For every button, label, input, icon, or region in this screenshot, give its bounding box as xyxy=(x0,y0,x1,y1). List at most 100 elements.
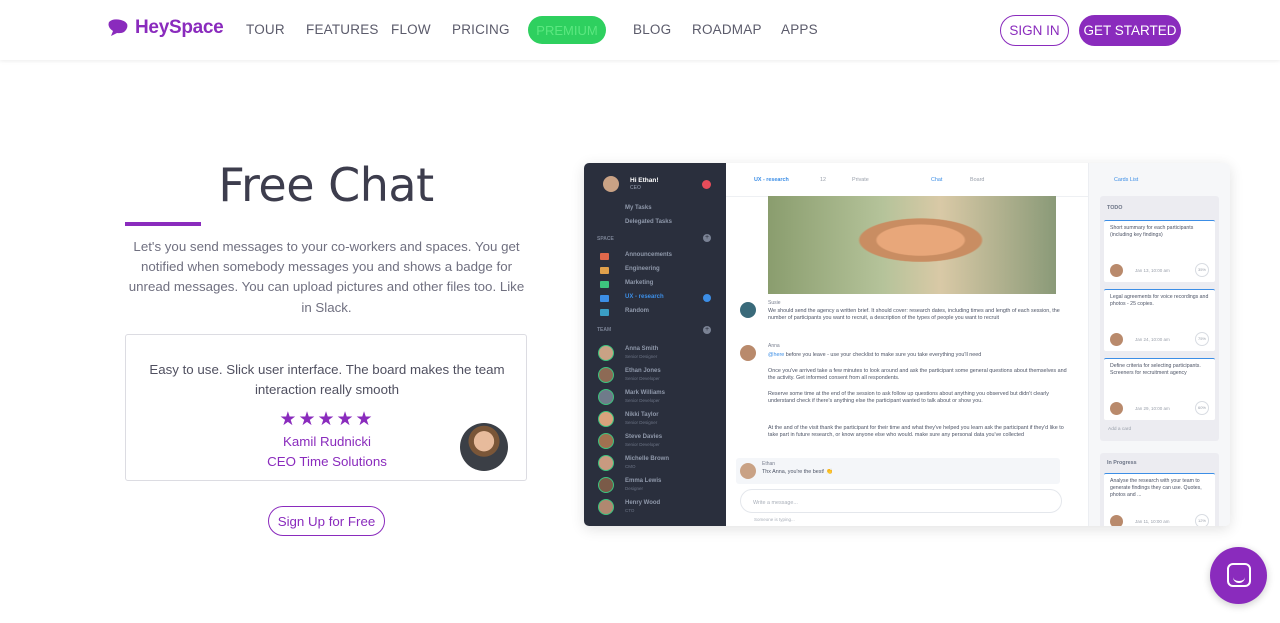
nav-apps[interactable]: APPS xyxy=(781,22,818,37)
flag-icon xyxy=(600,295,609,302)
member-name: Emma Lewis xyxy=(625,478,662,484)
task-card: Define criteria for selecting participan… xyxy=(1104,358,1215,420)
sender-avatar xyxy=(740,345,756,361)
column-title: TODO xyxy=(1107,205,1123,211)
flag-icon xyxy=(600,253,609,260)
member-count: 12 xyxy=(820,177,826,183)
nav-blog[interactable]: BLOG xyxy=(633,22,671,37)
member-name: Mark Williams xyxy=(625,390,665,396)
heyspace-logo[interactable]: HeySpace xyxy=(107,17,224,39)
member-avatar xyxy=(598,455,614,471)
card-avatar xyxy=(1110,402,1123,415)
testimonial-card: Easy to use. Slick user interface. The b… xyxy=(125,334,527,481)
sidebar-item-my-tasks: My Tasks xyxy=(625,205,652,211)
team-section-label: TEAM xyxy=(597,327,612,333)
get-started-button[interactable]: GET STARTED xyxy=(1079,15,1181,46)
space-random: Random xyxy=(625,308,649,314)
card-progress: 75% xyxy=(1195,332,1209,346)
sender-avatar xyxy=(740,463,756,479)
nav-roadmap[interactable]: ROADMAP xyxy=(692,22,762,37)
sign-in-button[interactable]: SIGN IN xyxy=(1000,15,1069,46)
member-role: CMO xyxy=(625,464,636,469)
sender-name: Ethan xyxy=(762,461,776,467)
sign-up-free-button[interactable]: Sign Up for Free xyxy=(268,506,385,536)
message-text: At the and of the visit thank the partic… xyxy=(768,425,1064,439)
card-avatar xyxy=(1110,264,1123,277)
member-avatar xyxy=(598,411,614,427)
card-text: Define criteria for selecting participan… xyxy=(1110,363,1201,376)
member-name: Nikki Taylor xyxy=(625,412,659,418)
logo-text: HeySpace xyxy=(135,17,224,38)
add-member-icon: + xyxy=(703,326,711,334)
chat-panel: UX - research 12 Private Chat Board Susi… xyxy=(726,163,1088,526)
message-input: Write a message... xyxy=(740,489,1062,513)
page-title: Free Chat xyxy=(218,158,434,212)
card-date: Jan 29, 10:00 am xyxy=(1135,406,1170,411)
tab-board: Board xyxy=(970,177,985,183)
column-title: In Progress xyxy=(1107,460,1137,466)
message-text: We should send the agency a written brie… xyxy=(768,308,1060,322)
user-avatar xyxy=(603,176,619,192)
add-card-link: Add a card xyxy=(1108,427,1132,432)
mention: @here xyxy=(768,352,785,358)
sidebar-item-delegated: Delegated Tasks xyxy=(625,219,672,225)
top-navigation: HeySpace TOUR FEATURES FLOW PRICING PREM… xyxy=(0,0,1280,60)
title-underline xyxy=(125,222,201,226)
card-progress: 12% xyxy=(1195,514,1209,526)
flag-icon xyxy=(600,309,609,316)
app-sidebar: Hi Ethan! CEO My Tasks Delegated Tasks S… xyxy=(584,163,726,526)
space-announcements: Announcements xyxy=(625,252,673,258)
member-role: Designer xyxy=(625,486,644,491)
card-progress: 60% xyxy=(1195,401,1209,415)
nav-features[interactable]: FEATURES xyxy=(306,22,379,37)
task-card: Legal agreements for voice recordings an… xyxy=(1104,289,1215,351)
nav-pricing[interactable]: PRICING xyxy=(452,22,510,37)
card-avatar xyxy=(1110,515,1123,526)
member-name: Steve Davies xyxy=(625,434,663,440)
member-role: Senior Developer xyxy=(625,398,660,403)
user-greeting: Hi Ethan! xyxy=(630,177,659,184)
channel-header: UX - research 12 Private Chat Board xyxy=(726,163,1088,197)
card-text: Analyse the research with your team to g… xyxy=(1110,478,1202,498)
space-ux-research: UX - research xyxy=(625,294,664,300)
card-progress: 35% xyxy=(1195,263,1209,277)
message-text: Reserve some time at the end of the sess… xyxy=(768,391,1049,405)
message-text: Once you've arrived take a few minutes t… xyxy=(768,368,1067,382)
notification-badge xyxy=(702,180,711,189)
flag-icon xyxy=(600,281,609,288)
card-text: Short summary for each participants (inc… xyxy=(1110,225,1194,238)
reply-message: Ethan Thx Anna, you're the best! 👏 xyxy=(736,458,1060,484)
space-section-label: SPACE xyxy=(597,236,614,242)
member-avatar xyxy=(598,345,614,361)
todo-column: TODO Short summary for each participants… xyxy=(1100,196,1219,441)
shared-cat-image xyxy=(768,196,1056,294)
feature-description: Let's you send messages to your co-worke… xyxy=(128,239,525,315)
member-avatar xyxy=(598,367,614,383)
space-engineering: Engineering xyxy=(625,266,660,272)
member-name: Michelle Brown xyxy=(625,456,670,462)
sender-avatar xyxy=(740,302,756,318)
member-role: CTO xyxy=(625,508,635,513)
card-date: Jan 24, 10:00 am xyxy=(1135,337,1170,342)
typing-indicator: Someone is typing... xyxy=(754,517,795,522)
unread-dot xyxy=(703,294,711,302)
card-date: Jan 13, 10:00 am xyxy=(1135,268,1170,273)
member-role: Senior Developer xyxy=(625,442,660,447)
member-avatar xyxy=(598,433,614,449)
privacy-label: Private xyxy=(852,177,869,183)
live-chat-button[interactable] xyxy=(1210,547,1267,604)
flag-icon xyxy=(600,267,609,274)
message-text: Thx Anna, you're the best! 👏 xyxy=(762,469,833,475)
card-text: Legal agreements for voice recordings an… xyxy=(1110,294,1209,307)
member-role: Senior Developer xyxy=(625,376,660,381)
nav-premium[interactable]: PREMIUM xyxy=(528,16,606,44)
nav-tour[interactable]: TOUR xyxy=(246,22,285,37)
channel-name: UX - research xyxy=(754,177,789,183)
task-card: Short summary for each participants (inc… xyxy=(1104,220,1215,282)
tab-chat: Chat xyxy=(931,177,943,183)
testimonial-avatar xyxy=(460,423,508,471)
task-card: Analyse the research with your team to g… xyxy=(1104,473,1215,526)
member-name: Anna Smith xyxy=(625,346,659,352)
member-name: Ethan Jones xyxy=(625,368,661,374)
nav-flow[interactable]: FLOW xyxy=(391,22,431,37)
